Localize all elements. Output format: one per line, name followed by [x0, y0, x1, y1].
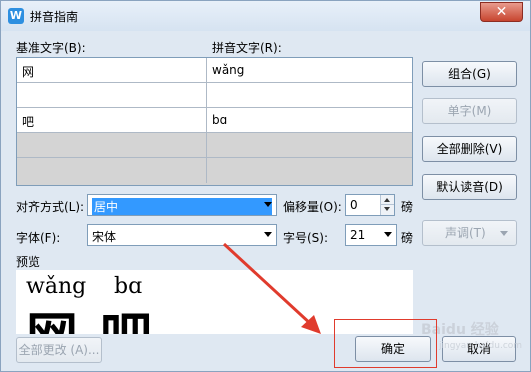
- stepper-down-icon[interactable]: [380, 205, 394, 215]
- delete-all-button[interactable]: 全部删除(V): [422, 136, 517, 162]
- combine-button[interactable]: 组合(G): [422, 61, 517, 87]
- base-text-cell[interactable]: 吧: [17, 108, 207, 132]
- alignment-select[interactable]: 居中: [87, 194, 277, 216]
- alignment-value: 居中: [92, 198, 272, 215]
- size-select[interactable]: 21: [345, 224, 397, 246]
- preview-pinyin: wǎng: [26, 274, 87, 299]
- pinyin-text-cell: [207, 158, 412, 183]
- base-text-cell: [17, 133, 207, 157]
- font-select[interactable]: 宋体: [87, 224, 277, 246]
- pinyin-table: 网 wǎng 吧 bɑ: [16, 57, 413, 186]
- stepper-up-icon[interactable]: [380, 195, 394, 205]
- change-all-button[interactable]: 全部更改 (A)...: [16, 337, 102, 363]
- offset-label: 偏移量(O):: [283, 200, 342, 214]
- preview-hanzi: 吧: [100, 312, 152, 334]
- baidu-watermark-url: jingyan.baidu.com: [439, 341, 523, 351]
- offset-unit: 磅: [401, 200, 414, 214]
- pinyin-text-cell[interactable]: bɑ: [207, 108, 412, 132]
- base-text-cell[interactable]: [17, 83, 207, 107]
- tone-label: 声调(T): [445, 226, 486, 240]
- alignment-label: 对齐方式(L):: [16, 200, 85, 214]
- pinyin-text-cell[interactable]: wǎng: [207, 58, 412, 82]
- base-text-cell[interactable]: 网: [17, 58, 207, 82]
- preview-pinyin: bɑ: [114, 274, 143, 299]
- font-value: 宋体: [92, 230, 117, 244]
- close-button[interactable]: ✕: [480, 2, 523, 22]
- table-row: 吧 bɑ: [17, 108, 412, 133]
- size-unit: 磅: [401, 231, 414, 245]
- title-bar: W 拼音指南 ✕: [1, 1, 530, 31]
- preview-label: 预览: [16, 255, 41, 269]
- pinyin-guide-dialog: W 拼音指南 ✕ 基准文字(B): 拼音文字(R): 网 wǎng 吧 bɑ 组…: [0, 0, 531, 372]
- chevron-down-icon: [500, 231, 508, 236]
- highlight-box: [334, 319, 437, 368]
- offset-value: 0: [350, 198, 358, 212]
- table-row: [17, 83, 412, 108]
- offset-stepper[interactable]: 0: [345, 194, 395, 216]
- table-row: [17, 133, 412, 158]
- table-row: 网 wǎng: [17, 58, 412, 83]
- preview-hanzi: 网: [26, 312, 78, 334]
- table-row: [17, 158, 412, 183]
- pinyin-text-cell[interactable]: [207, 83, 412, 107]
- base-text-cell: [17, 158, 207, 183]
- chevron-down-icon: [384, 232, 392, 237]
- font-label: 字体(F):: [16, 231, 61, 245]
- wps-app-icon: W: [8, 8, 24, 24]
- tone-dropdown-button[interactable]: 声调(T): [422, 220, 517, 246]
- size-label: 字号(S):: [283, 231, 329, 245]
- chevron-down-icon: [264, 232, 272, 237]
- dialog-title: 拼音指南: [30, 10, 79, 24]
- chevron-down-icon: [264, 202, 272, 207]
- base-text-header: 基准文字(B):: [16, 41, 86, 55]
- default-reading-button[interactable]: 默认读音(D): [422, 174, 517, 200]
- pinyin-text-header: 拼音文字(R):: [212, 41, 282, 55]
- pinyin-text-cell: [207, 133, 412, 157]
- single-char-button[interactable]: 单字(M): [422, 98, 517, 124]
